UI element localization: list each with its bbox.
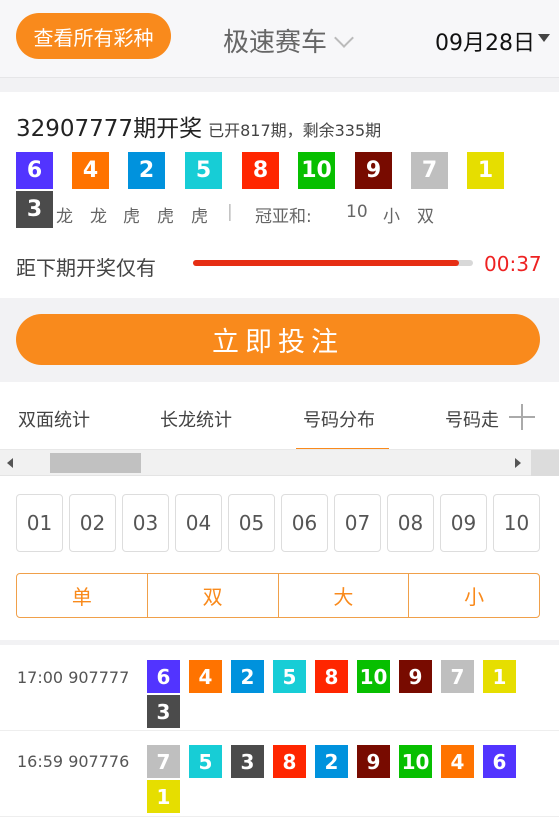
number-button-01[interactable]: 01 (16, 494, 63, 552)
sum-size: 小 (383, 207, 400, 227)
parity-size-filters: 单 双 大 小 (16, 573, 540, 618)
countdown-progress-fill (193, 260, 459, 266)
draw-ball: 7 (411, 152, 448, 189)
history-ball: 2 (231, 660, 264, 693)
tabs-scrollbar[interactable] (0, 450, 559, 476)
draw-ball: 8 (242, 152, 279, 189)
caret-down-icon (538, 34, 550, 42)
history-ball: 8 (273, 745, 306, 778)
draw-history-list: 17:00 907777 6 4 2 5 8 10 9 7 1 3 16:59 907776 75… (0, 645, 559, 817)
number-button-03[interactable]: 03 (122, 494, 169, 552)
number-filter-area: 01 02 03 04 05 06 07 08 09 10 单 双 大 小 (0, 476, 559, 640)
number-button-05[interactable]: 05 (228, 494, 275, 552)
draw-ball: 4 (72, 152, 109, 189)
sum-value: 10 (346, 202, 368, 222)
dragon-tiger-5: 虎 (191, 207, 208, 227)
view-all-lotteries-button[interactable]: 查看所有彩种 (16, 13, 171, 59)
tab-long-dragon-stats[interactable]: 长龙统计 (160, 406, 232, 432)
scroll-left-arrow-icon[interactable] (7, 458, 13, 468)
history-ball: 2 (315, 745, 348, 778)
number-button-04[interactable]: 04 (175, 494, 222, 552)
history-ball: 4 (189, 660, 222, 693)
top-header: 查看所有彩种 极速赛车 09月28日 (0, 0, 559, 78)
sum-label: 冠亚和: (255, 207, 312, 227)
history-ball: 9 (357, 745, 390, 778)
number-button-08[interactable]: 08 (387, 494, 434, 552)
period-title: 32907777期开奖 (16, 116, 203, 142)
history-ball: 7 (147, 745, 180, 778)
history-ball: 3 (147, 695, 180, 728)
current-draw-panel: 32907777期开奖 已开817期，剩余335期 6 4 2 5 8 10 9 7 1 3 龙 … (0, 92, 559, 298)
filter-odd[interactable]: 单 (17, 574, 148, 617)
dragon-tiger-2: 龙 (90, 207, 107, 227)
history-time-period: 17:00 907777 (17, 668, 130, 687)
filter-big[interactable]: 大 (279, 574, 410, 617)
countdown-label: 距下期开奖仅有 (16, 256, 156, 280)
game-selector[interactable]: 极速赛车 (223, 22, 354, 59)
number-button-06[interactable]: 06 (281, 494, 328, 552)
dragon-tiger-4: 虎 (157, 207, 174, 227)
history-ball: 9 (399, 660, 432, 693)
draw-ball: 6 (16, 152, 53, 189)
scrollbar-thumb[interactable] (50, 453, 141, 473)
history-ball: 7 (441, 660, 474, 693)
countdown-progress-bar (193, 260, 473, 266)
number-button-07[interactable]: 07 (334, 494, 381, 552)
dragon-tiger-1: 龙 (56, 207, 73, 227)
history-row: 16:59 907776 7 5 3 8 2 9 10 4 6 1 (0, 731, 559, 817)
history-time-period: 16:59 907776 (17, 752, 130, 771)
draw-ball: 2 (128, 152, 165, 189)
scrollbar-corner (531, 450, 559, 476)
history-ball: 6 (147, 660, 180, 693)
divider: | (227, 202, 233, 222)
history-row: 17:00 907777 6 4 2 5 8 10 9 7 1 3 (0, 645, 559, 731)
dragon-tiger-3: 虎 (123, 207, 140, 227)
plus-icon[interactable] (509, 404, 535, 430)
history-ball: 1 (147, 780, 180, 813)
game-title: 极速赛车 (223, 28, 328, 58)
scroll-right-arrow-icon[interactable] (515, 458, 521, 468)
chevron-down-icon (334, 27, 354, 48)
stats-tabs: 双面统计 长龙统计 号码分布 号码走 (0, 382, 559, 450)
filter-even[interactable]: 双 (148, 574, 279, 617)
history-ball: 1 (483, 660, 516, 693)
number-button-09[interactable]: 09 (440, 494, 487, 552)
filter-small[interactable]: 小 (409, 574, 539, 617)
tab-number-trend[interactable]: 号码走 (445, 406, 499, 432)
period-status: 已开817期，剩余335期 (208, 121, 382, 140)
history-ball: 5 (273, 660, 306, 693)
date-selector[interactable]: 09月28日 (435, 25, 550, 57)
tab-double-stats[interactable]: 双面统计 (18, 406, 90, 432)
bet-now-button[interactable]: 立即投注 (16, 314, 540, 365)
draw-ball: 3 (16, 191, 53, 228)
number-button-02[interactable]: 02 (69, 494, 116, 552)
history-ball: 4 (441, 745, 474, 778)
countdown-time: 00:37 (484, 252, 542, 276)
history-ball: 6 (483, 745, 516, 778)
period-info: 32907777期开奖 已开817期，剩余335期 (16, 109, 381, 143)
history-ball: 10 (399, 745, 432, 778)
date-text: 09月28日 (435, 31, 535, 56)
history-ball: 8 (315, 660, 348, 693)
history-ball: 5 (189, 745, 222, 778)
draw-ball: 10 (298, 152, 335, 189)
tab-number-distribution[interactable]: 号码分布 (303, 406, 375, 432)
sum-parity: 双 (417, 207, 434, 227)
draw-ball: 5 (185, 152, 222, 189)
number-button-10[interactable]: 10 (493, 494, 540, 552)
history-ball: 10 (357, 660, 390, 693)
draw-ball: 1 (467, 152, 504, 189)
draw-ball: 9 (355, 152, 392, 189)
history-ball: 3 (231, 745, 264, 778)
